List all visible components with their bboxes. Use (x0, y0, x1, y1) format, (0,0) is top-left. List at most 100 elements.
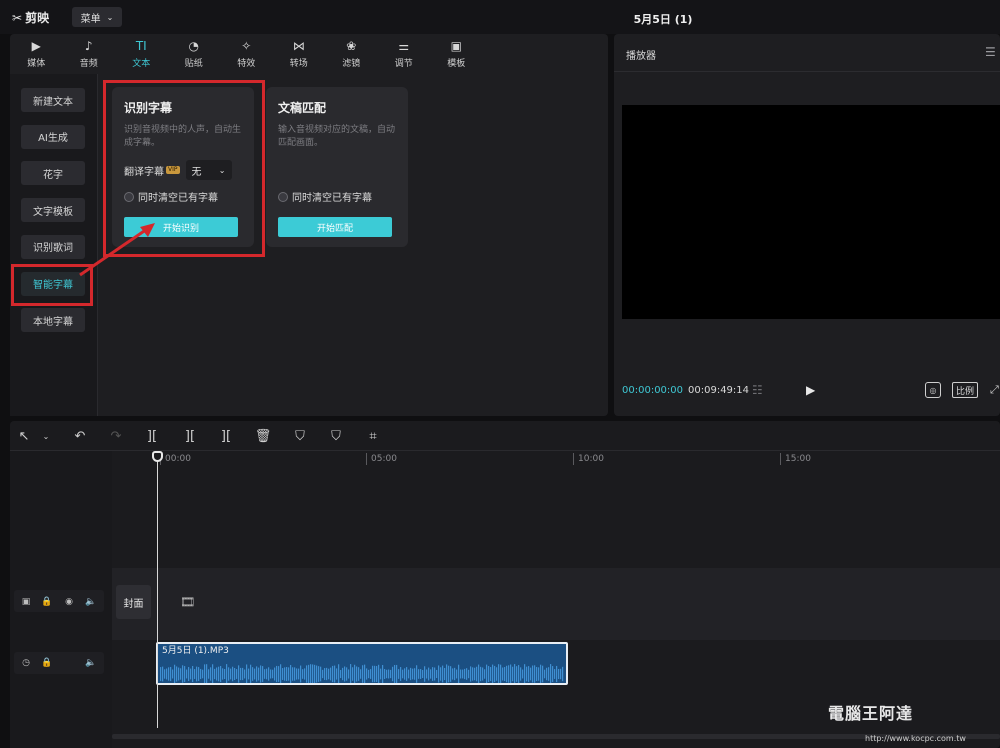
waveform-bar (312, 664, 314, 683)
lock-icon[interactable]: 🔒 (40, 656, 54, 670)
waveform-bar (228, 667, 230, 681)
waveform-bar (346, 667, 348, 681)
select-cursor-icon[interactable]: ↖ (16, 428, 32, 444)
waveform-bar (336, 668, 338, 680)
expand-icon[interactable]: ⤢ (990, 383, 999, 397)
tab-adjust[interactable]: ⚌ 调节 (378, 34, 431, 74)
tab-effects[interactable]: ✧ 特效 (220, 34, 273, 74)
waveform-bar (352, 667, 354, 681)
shield-icon[interactable]: ⛉ (328, 428, 344, 444)
playhead-handle[interactable] (152, 451, 163, 462)
split-right-icon[interactable]: ][ (218, 428, 234, 444)
waveform-bar (382, 665, 384, 683)
eye-icon[interactable]: ◉ (62, 595, 76, 609)
tab-label: 调节 (394, 59, 413, 69)
start-match-button[interactable]: 开始匹配 (278, 217, 392, 237)
current-timecode: 00:00:00:00 (622, 385, 684, 396)
cover-button[interactable]: 封面 (116, 585, 151, 619)
waveform-bar (478, 664, 480, 683)
waveform-bar (430, 669, 432, 679)
play-icon[interactable]: ▶ (806, 383, 815, 397)
waveform-bar (188, 667, 190, 681)
waveform-bar (442, 665, 444, 683)
waveform-bar (508, 665, 510, 683)
waveform-bar (416, 665, 418, 683)
clear-existing-checkbox[interactable]: 同时清空已有字幕 (278, 189, 372, 204)
sidebar-item[interactable]: 花字 (21, 161, 85, 186)
tab-label: 滤镜 (342, 59, 361, 69)
waveform-bar (388, 669, 390, 679)
main-video-track[interactable] (112, 568, 1000, 640)
waveform-bar (246, 664, 248, 683)
waveform-bar (422, 669, 424, 679)
waveform-bar (358, 667, 360, 681)
waveform-bar (450, 666, 452, 682)
waveform-bar (460, 669, 462, 679)
waveform-bar (404, 668, 406, 680)
sidebar-item[interactable]: 新建文本 (21, 88, 85, 112)
split-left-icon[interactable]: ][ (182, 428, 198, 444)
waveform-bar (206, 664, 208, 683)
menu-icon[interactable]: ☰ (985, 45, 996, 59)
waveform-bar (408, 669, 410, 679)
waveform-bar (222, 668, 224, 680)
waveform-bar (262, 666, 264, 682)
time-ruler[interactable] (112, 451, 1000, 469)
checkbox-label: 同时清空已有字幕 (292, 193, 372, 204)
volume-icon[interactable]: 🔈 (84, 656, 98, 670)
sidebar-item[interactable]: AI生成 (21, 124, 85, 149)
waveform-bar (454, 667, 456, 681)
waveform-bar (278, 666, 280, 682)
waveform-bar (204, 664, 206, 683)
split-icon[interactable]: ][ (144, 428, 160, 444)
document-title: 5月5日 (1) (633, 13, 693, 26)
chevron-down-icon[interactable]: ⌄ (38, 428, 54, 444)
tab-label: 特效 (237, 59, 256, 69)
waveform-bar (310, 664, 312, 683)
undo-icon[interactable]: ↶ (72, 428, 88, 444)
audio-clip-name: 5月5日 (1).MP3 (162, 646, 229, 656)
waveform-bar (542, 665, 544, 683)
delete-icon[interactable]: 🗑 (255, 428, 272, 444)
lock-icon[interactable]: 🔒 (40, 595, 54, 609)
annotation-arrow (79, 223, 155, 277)
ratio-button[interactable]: 比例 (952, 382, 978, 398)
waveform-bar (306, 665, 308, 683)
tab-template[interactable]: ▣ 模板 (430, 34, 483, 74)
tab-filter[interactable]: ❀ 滤镜 (325, 34, 378, 74)
waveform-bar (236, 669, 238, 679)
shield-marker-icon[interactable]: ⛉ (292, 428, 308, 444)
card-title: 文稿匹配 (278, 101, 327, 115)
playhead-line[interactable] (157, 452, 158, 728)
waveform-bar (290, 664, 292, 683)
waveform-bar (432, 667, 434, 681)
waveform-bar (482, 667, 484, 681)
waveform-bar (426, 669, 428, 679)
waveform-bar (398, 669, 400, 679)
waveform-bar (318, 666, 320, 682)
waveform-bar (510, 664, 512, 683)
tab-media[interactable]: ▶ 媒体 (10, 34, 63, 74)
waveform-bar (190, 668, 192, 680)
waveform-bar (418, 669, 420, 679)
checkbox-circle[interactable] (278, 191, 288, 202)
tab-text[interactable]: TI 文本 (115, 34, 168, 74)
waveform-bar (440, 667, 442, 681)
waveform-bar (326, 667, 328, 681)
waveform-bar (178, 667, 180, 681)
sidebar-item[interactable]: 本地字幕 (21, 308, 85, 333)
redo-icon[interactable]: ↷ (108, 428, 124, 444)
crop-icon[interactable]: ⌗ (365, 428, 381, 444)
volume-icon[interactable]: 🔈 (84, 595, 98, 609)
waveform-bar (252, 667, 254, 681)
waveform-bar (288, 667, 290, 681)
tab-transition[interactable]: ⋈ 转场 (273, 34, 326, 74)
waveform-bar (328, 668, 330, 680)
waveform-bar (414, 668, 416, 680)
grid-icon[interactable]: ☷ (752, 383, 763, 397)
tab-sticker[interactable]: ◔ 贴纸 (168, 34, 221, 74)
tab-audio[interactable]: ♪ 音频 (63, 34, 116, 74)
fullscreen-preview-icon[interactable]: ◎ (925, 382, 941, 398)
filter-icon: ❀ (346, 39, 357, 53)
card-description: 输入音视频对应的文稿，自动匹配画面。 (278, 125, 396, 148)
